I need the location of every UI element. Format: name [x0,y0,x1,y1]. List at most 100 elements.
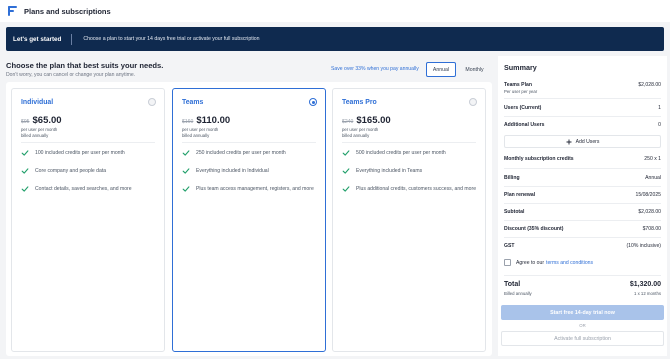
summary-divider [504,168,661,169]
billing-value: Annual [645,175,661,181]
total-label: Total [504,281,521,288]
additional-users-row: Additional Users 0 [504,122,661,128]
summary-plan-value: $2,028.00 [638,82,661,88]
banner-message: Choose a plan to start your 14 days free… [83,36,260,42]
terms-checkbox[interactable] [504,259,511,266]
app-logo-icon[interactable] [7,5,19,17]
card-divider [21,142,155,143]
monthly-credits-row: Monthly subscription credits 250 x 1 [504,156,661,162]
choose-plan-subtitle: Don't worry, you can cancel or change yo… [6,72,136,78]
plan-name: Teams Pro [342,99,377,106]
total-row: Total $1,320.00 [504,281,661,288]
plan-renewal-label: Plan renewal [504,192,536,198]
feature-text: Everything included in Individual [196,168,269,174]
subtotal-row: Subtotal $2,028.00 [504,209,661,215]
gst-row: GST (10% inclusive) [504,243,661,249]
check-icon [342,186,350,192]
plan-renewal-value: 15/08/2025 [635,192,662,198]
summary-divider [504,203,661,204]
add-users-button[interactable]: Add Users [504,135,661,148]
summary-divider [504,98,661,99]
feature-text: Everything included in Teams [356,168,423,174]
feature-text: 500 included credits per user per month [356,150,446,156]
summary-title: Summary [504,63,537,72]
check-icon [21,150,29,156]
feature-text: 100 included credits per user per month [35,150,125,156]
activate-subscription-button[interactable]: Activate full subscription [501,331,664,346]
check-icon [182,150,190,156]
plan-billed-line: billed annually [21,133,49,138]
plan-old-price: $160 [182,119,194,125]
feature-item: Everything included in Teams [342,167,479,175]
feature-text: Contact details, saved searches, and mor… [35,186,132,192]
annual-option[interactable]: Annual [426,62,456,77]
feature-item: Contact details, saved searches, and mor… [21,185,158,193]
monthly-option[interactable]: Monthly [458,62,491,77]
plan-price-terms: per user per month billed annually [342,127,378,139]
plan-card-teams-pro[interactable]: Teams Pro $240 $165.00 per user per mont… [332,88,486,352]
feature-item: Core company and people data [21,167,158,175]
additional-users-value: 0 [658,122,661,128]
discount-value: $708.00 [642,226,661,232]
summary-plan-label: Teams Plan [504,82,532,88]
summary-divider [504,116,661,117]
plan-features: 250 included credits per user per month … [182,149,319,203]
additional-users-label: Additional Users [504,122,545,128]
plan-card-individual[interactable]: Individual $95 $65.00 per user per month… [11,88,165,352]
feature-item: Plus additional credits, customers succe… [342,185,479,193]
feature-item: 250 included credits per user per month [182,149,319,157]
plan-old-price: $95 [21,119,30,125]
plan-card-teams[interactable]: Teams $160 $110.00 per user per month bi… [172,88,326,352]
plan-radio[interactable] [469,98,477,106]
users-current-label: Users (Current) [504,105,542,111]
total-value: $1,320.00 [629,281,661,288]
plus-icon [566,139,572,144]
feature-text: Plus additional credits, customers succe… [356,186,477,192]
add-users-label: Add Users [575,138,600,145]
check-icon [182,168,190,174]
annual-savings-note: Save over 33% when you pay annually [331,66,419,72]
subtotal-value: $2,028.00 [638,209,661,215]
plan-radio[interactable] [309,98,317,106]
check-icon [342,168,350,174]
total-billed-text: Billed annually [504,291,532,296]
plan-price: $65.00 [32,115,62,126]
banner-heading: Let's get started [13,35,62,43]
choose-plan-heading: Choose the plan that best suits your nee… [6,61,164,70]
plan-features: 500 included credits per user per month … [342,149,479,203]
banner-divider [71,33,73,45]
start-trial-button[interactable]: Start free 14-day trial now [501,305,664,320]
plan-name: Teams [182,99,204,106]
monthly-credits-label: Monthly subscription credits [504,156,574,162]
billing-row: Billing Annual [504,175,661,181]
plan-features: 100 included credits per user per month … [21,149,158,203]
plan-billed-line: billed annually [342,133,370,138]
get-started-banner: Let's get started Choose a plan to start… [6,27,664,51]
summary-plan-row: Teams Plan Per user per year $2,028.00 [504,82,661,94]
feature-text: Plus team access management, registers, … [196,186,314,192]
card-divider [182,142,316,143]
feature-item: Plus team access management, registers, … [182,185,319,193]
check-icon [182,186,190,192]
summary-divider [504,275,661,276]
or-divider-text: OR [579,323,586,328]
plan-radio[interactable] [148,98,156,106]
feature-item: 500 included credits per user per month [342,149,479,157]
users-current-row: Users (Current) 1 [504,105,661,111]
summary-plan-sub: Per user per year [504,89,538,94]
feature-text: Core company and people data [35,168,107,174]
gst-label: GST [504,243,515,249]
summary-divider [504,237,661,238]
terms-link[interactable]: terms and conditions [546,260,593,266]
plan-name: Individual [21,99,54,106]
plan-price-terms: per user per month billed annually [182,127,218,139]
summary-divider [504,186,661,187]
plans-panel: Individual $95 $65.00 per user per month… [6,82,492,356]
feature-item: 100 included credits per user per month [21,149,158,157]
page-title: Plans and subscriptions [24,6,111,16]
plan-billed-line: billed annually [182,133,210,138]
discount-row: Discount (35% discount) $708.00 [504,226,661,232]
subtotal-label: Subtotal [504,209,525,215]
summary-divider [504,220,661,221]
summary-panel: Summary Teams Plan Per user per year $2,… [498,56,667,356]
